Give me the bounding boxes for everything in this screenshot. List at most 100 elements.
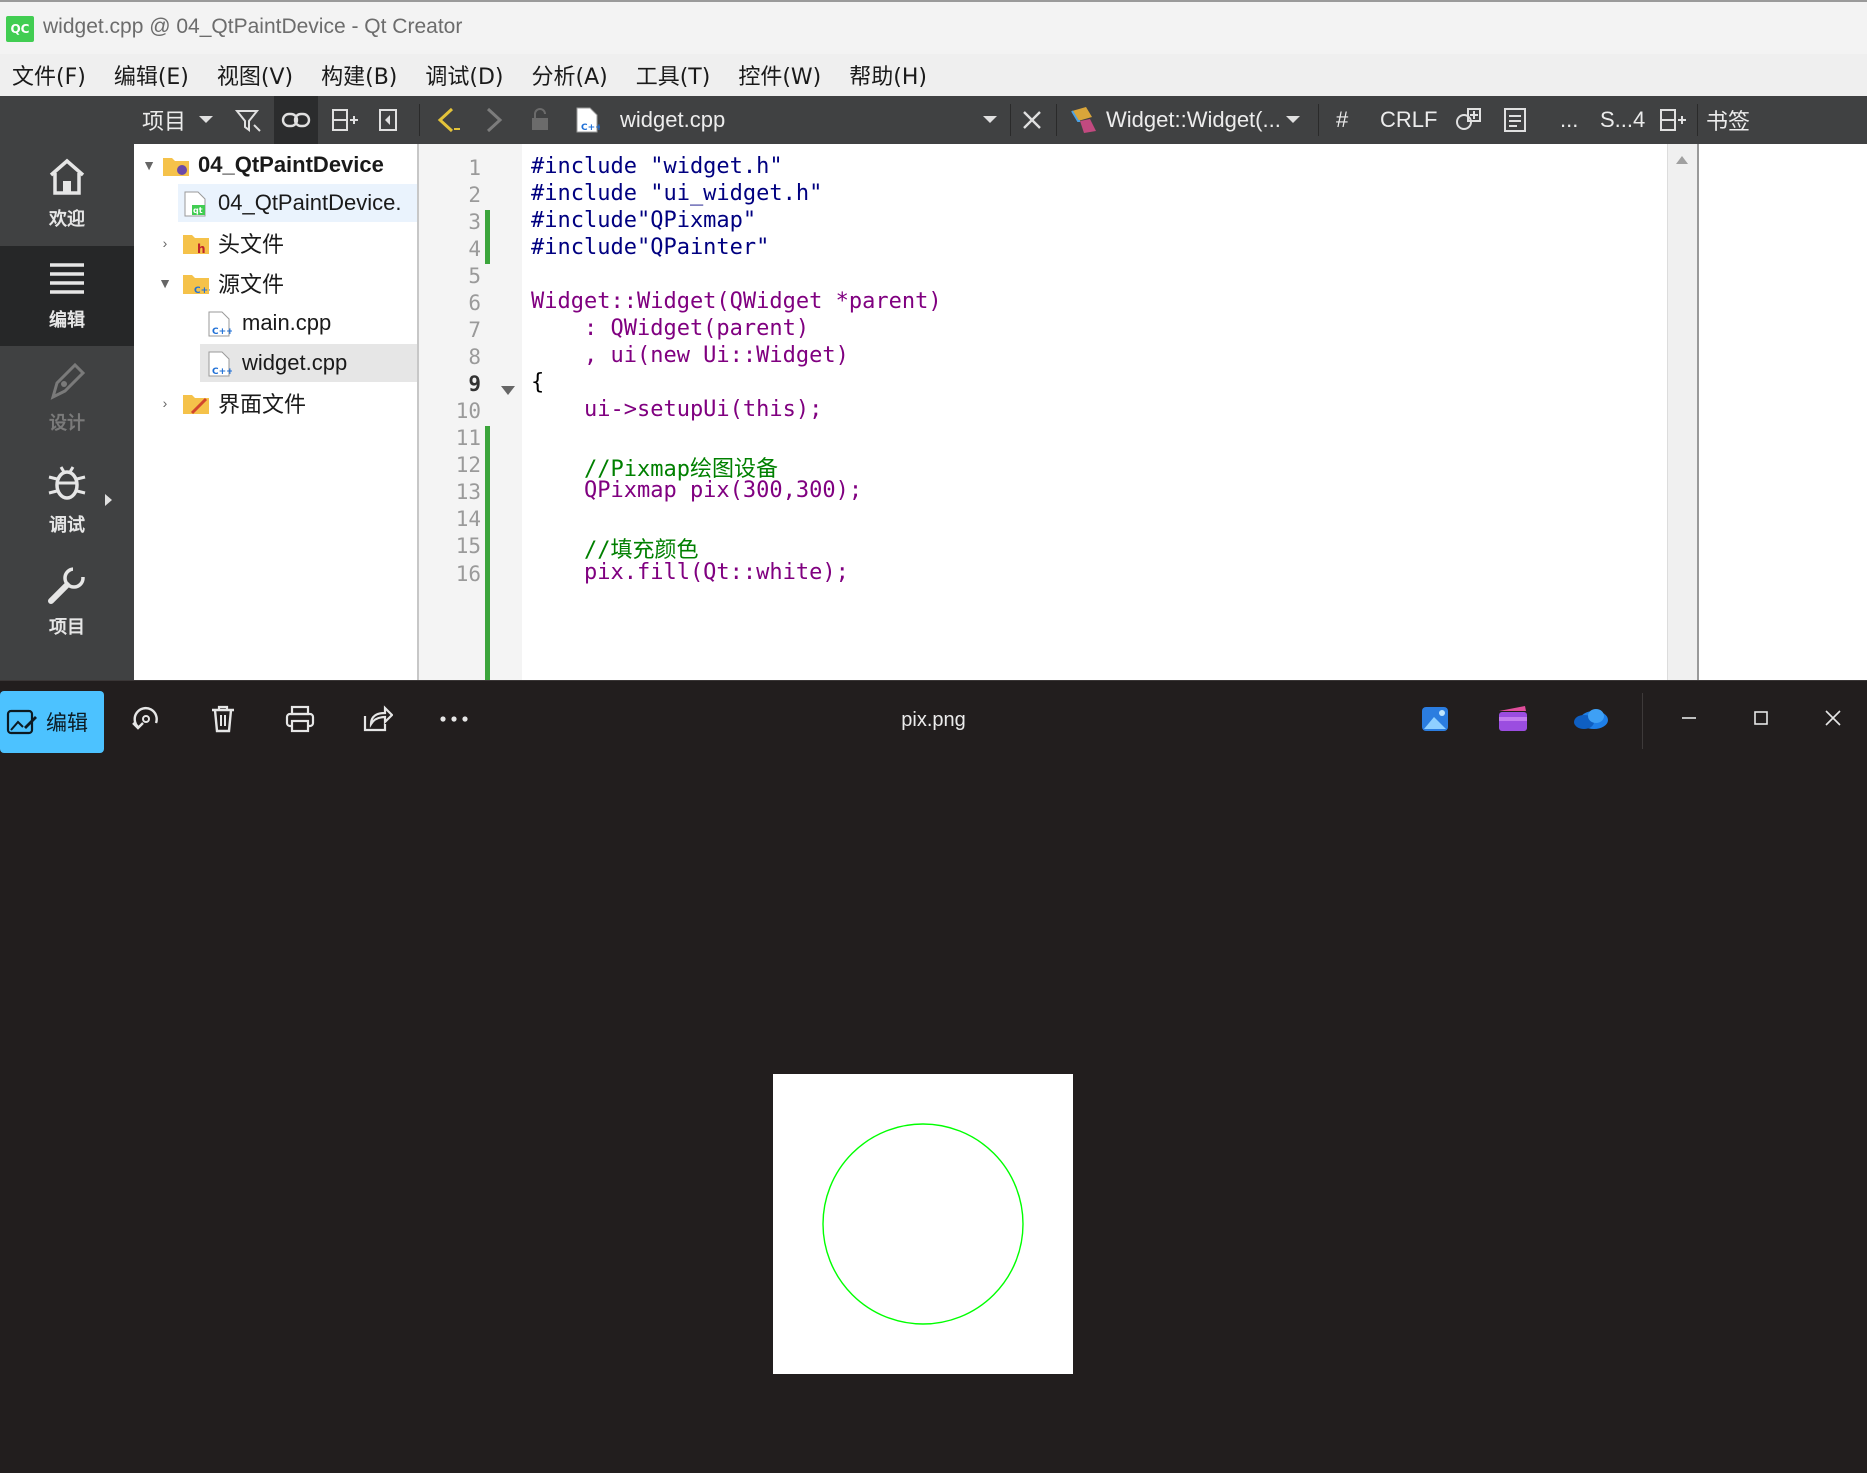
- chevron-down-icon: [199, 116, 214, 123]
- menu-edit[interactable]: 编辑(E): [102, 59, 205, 91]
- code-line-4: #include"QPainter": [531, 235, 770, 260]
- tree-item-label: 界面文件: [218, 392, 307, 417]
- line-number: 10: [455, 399, 481, 423]
- photos-editor-app-button[interactable]: [1420, 705, 1450, 733]
- codec-button[interactable]: [1454, 96, 1484, 144]
- menu-widgets[interactable]: 控件(W): [726, 59, 837, 91]
- lock-icon: [532, 108, 548, 130]
- open-document-selector[interactable]: C++ widget.cpp: [574, 96, 725, 144]
- collapse-pane-icon: [379, 109, 397, 131]
- bookmarks-pane: [1697, 144, 1867, 680]
- editor-toolbar: 项目 C++ widget.cpp Widget::Widget(... # C…: [0, 96, 1867, 144]
- mode-label: 设计: [49, 413, 85, 434]
- mode-label: 编辑: [49, 310, 85, 331]
- document-lines-icon: [1504, 108, 1526, 132]
- tree-item-widget-cpp[interactable]: C++ widget.cpp: [200, 344, 417, 382]
- mode-welcome[interactable]: 欢迎: [0, 144, 134, 244]
- menu-help[interactable]: 帮助(H): [837, 59, 943, 91]
- cpp-file-icon: C++: [206, 311, 234, 337]
- more-options[interactable]: ...: [1560, 96, 1578, 144]
- tree-item-pro-file[interactable]: qt 04_QtPaintDevice.: [178, 184, 417, 222]
- tree-item-headers[interactable]: › h 头文件: [134, 224, 417, 262]
- toolbar-separator: [1056, 104, 1057, 136]
- close-sidebar-button[interactable]: [378, 96, 400, 144]
- current-line-number: 9: [468, 372, 481, 396]
- menu-file[interactable]: 文件(F): [0, 59, 102, 91]
- line-number: 2: [468, 183, 481, 207]
- clipchamp-app-button[interactable]: [1497, 705, 1527, 733]
- svg-text:C++: C++: [581, 123, 600, 133]
- document-dropdown[interactable]: [982, 96, 998, 144]
- project-view-selector[interactable]: 项目: [142, 96, 214, 144]
- menu-analyze[interactable]: 分析(A): [520, 59, 624, 91]
- menu-tools[interactable]: 工具(T): [624, 59, 727, 91]
- pen-icon: [50, 362, 86, 400]
- clipchamp-app-icon: [1499, 706, 1527, 731]
- back-arrow-icon: [437, 107, 460, 133]
- mode-label: 调试: [49, 515, 85, 536]
- tree-item-label: 头文件: [218, 232, 285, 257]
- onedrive-app-button[interactable]: [1572, 705, 1610, 733]
- cpp-file-icon: C++: [576, 107, 600, 133]
- close-document-button[interactable]: [1020, 96, 1044, 144]
- split-add-button[interactable]: [1658, 96, 1688, 144]
- tree-item-sources[interactable]: ▼ C++ 源文件: [134, 264, 417, 302]
- line-number: 4: [468, 237, 481, 261]
- line-number: 3: [468, 210, 481, 234]
- vertical-scrollbar[interactable]: [1667, 144, 1697, 680]
- link-editor-button[interactable]: [274, 96, 318, 144]
- line-number: 7: [468, 318, 481, 342]
- tree-item-main-cpp[interactable]: C++ main.cpp: [134, 304, 417, 342]
- tree-item-project[interactable]: ▼ 04_QtPaintDevice: [134, 146, 417, 184]
- code-line-2: #include "ui_widget.h": [531, 181, 823, 206]
- code-line-9: {: [531, 370, 545, 395]
- symbol-name: Widget::Widget(...: [1106, 107, 1281, 132]
- line-number-gutter: 1 2 3 4 5 6 7 8 9 10 11 12 13 14 15 16: [419, 144, 522, 680]
- edit-lines-icon: [50, 263, 84, 294]
- split-add-icon: [1660, 109, 1686, 131]
- symbol-selector[interactable]: Widget::Widget(...: [1068, 96, 1301, 144]
- mode-projects[interactable]: 项目: [0, 552, 134, 652]
- bug-icon: [48, 466, 86, 500]
- bookmarks-title[interactable]: 书签: [1706, 96, 1750, 144]
- code-line-3: #include"QPixmap": [531, 208, 757, 233]
- tree-item-label: 源文件: [218, 272, 285, 297]
- menu-bar: 文件(F) 编辑(E) 视图(V) 构建(B) 调试(D) 分析(A) 工具(T…: [0, 54, 1867, 96]
- tree-item-forms[interactable]: › 界面文件: [134, 384, 417, 422]
- mode-debug[interactable]: 调试: [0, 450, 134, 550]
- hash-indicator[interactable]: #: [1336, 96, 1348, 144]
- svg-text:qt: qt: [193, 206, 203, 215]
- svg-text:h: h: [197, 242, 206, 255]
- split-view-button[interactable]: [330, 96, 360, 144]
- form-folder-icon: [182, 391, 209, 415]
- back-button[interactable]: [434, 96, 462, 144]
- maximize-button[interactable]: [1746, 703, 1776, 733]
- svg-text:C++: C++: [212, 327, 232, 337]
- mode-edit[interactable]: 编辑: [0, 246, 134, 346]
- minimize-icon: [1682, 717, 1696, 719]
- menu-view[interactable]: 视图(V): [205, 59, 309, 91]
- code-editor[interactable]: 1 2 3 4 5 6 7 8 9 10 11 12 13 14 15 16 #…: [419, 144, 1697, 680]
- minimize-button[interactable]: [1674, 703, 1704, 733]
- green-circle: [822, 1123, 1024, 1325]
- menu-build[interactable]: 构建(B): [309, 59, 413, 91]
- line-ending-selector[interactable]: CRLF: [1380, 96, 1437, 144]
- outline-button[interactable]: [1502, 96, 1528, 144]
- open-document-name: widget.cpp: [620, 107, 726, 132]
- close-window-button[interactable]: [1818, 703, 1848, 733]
- mode-design[interactable]: 设计: [0, 348, 134, 448]
- line-number: 1: [468, 156, 481, 180]
- maximize-icon: [1754, 711, 1768, 725]
- qt-pro-file-icon: qt: [182, 191, 208, 217]
- menu-debug[interactable]: 调试(D): [413, 59, 519, 91]
- filter-button[interactable]: [234, 96, 262, 144]
- chevron-down-icon: [983, 116, 997, 123]
- scroll-up-arrow-icon[interactable]: [1676, 156, 1688, 164]
- forward-button[interactable]: [480, 96, 508, 144]
- code-line-1: #include "widget.h": [531, 154, 783, 179]
- split-indicator[interactable]: S...4: [1600, 96, 1645, 144]
- header-folder-icon: h: [182, 231, 209, 256]
- fold-arrow-icon[interactable]: [501, 386, 515, 395]
- wrench-icon: [48, 567, 85, 604]
- toolbar-separator: [1697, 104, 1698, 136]
